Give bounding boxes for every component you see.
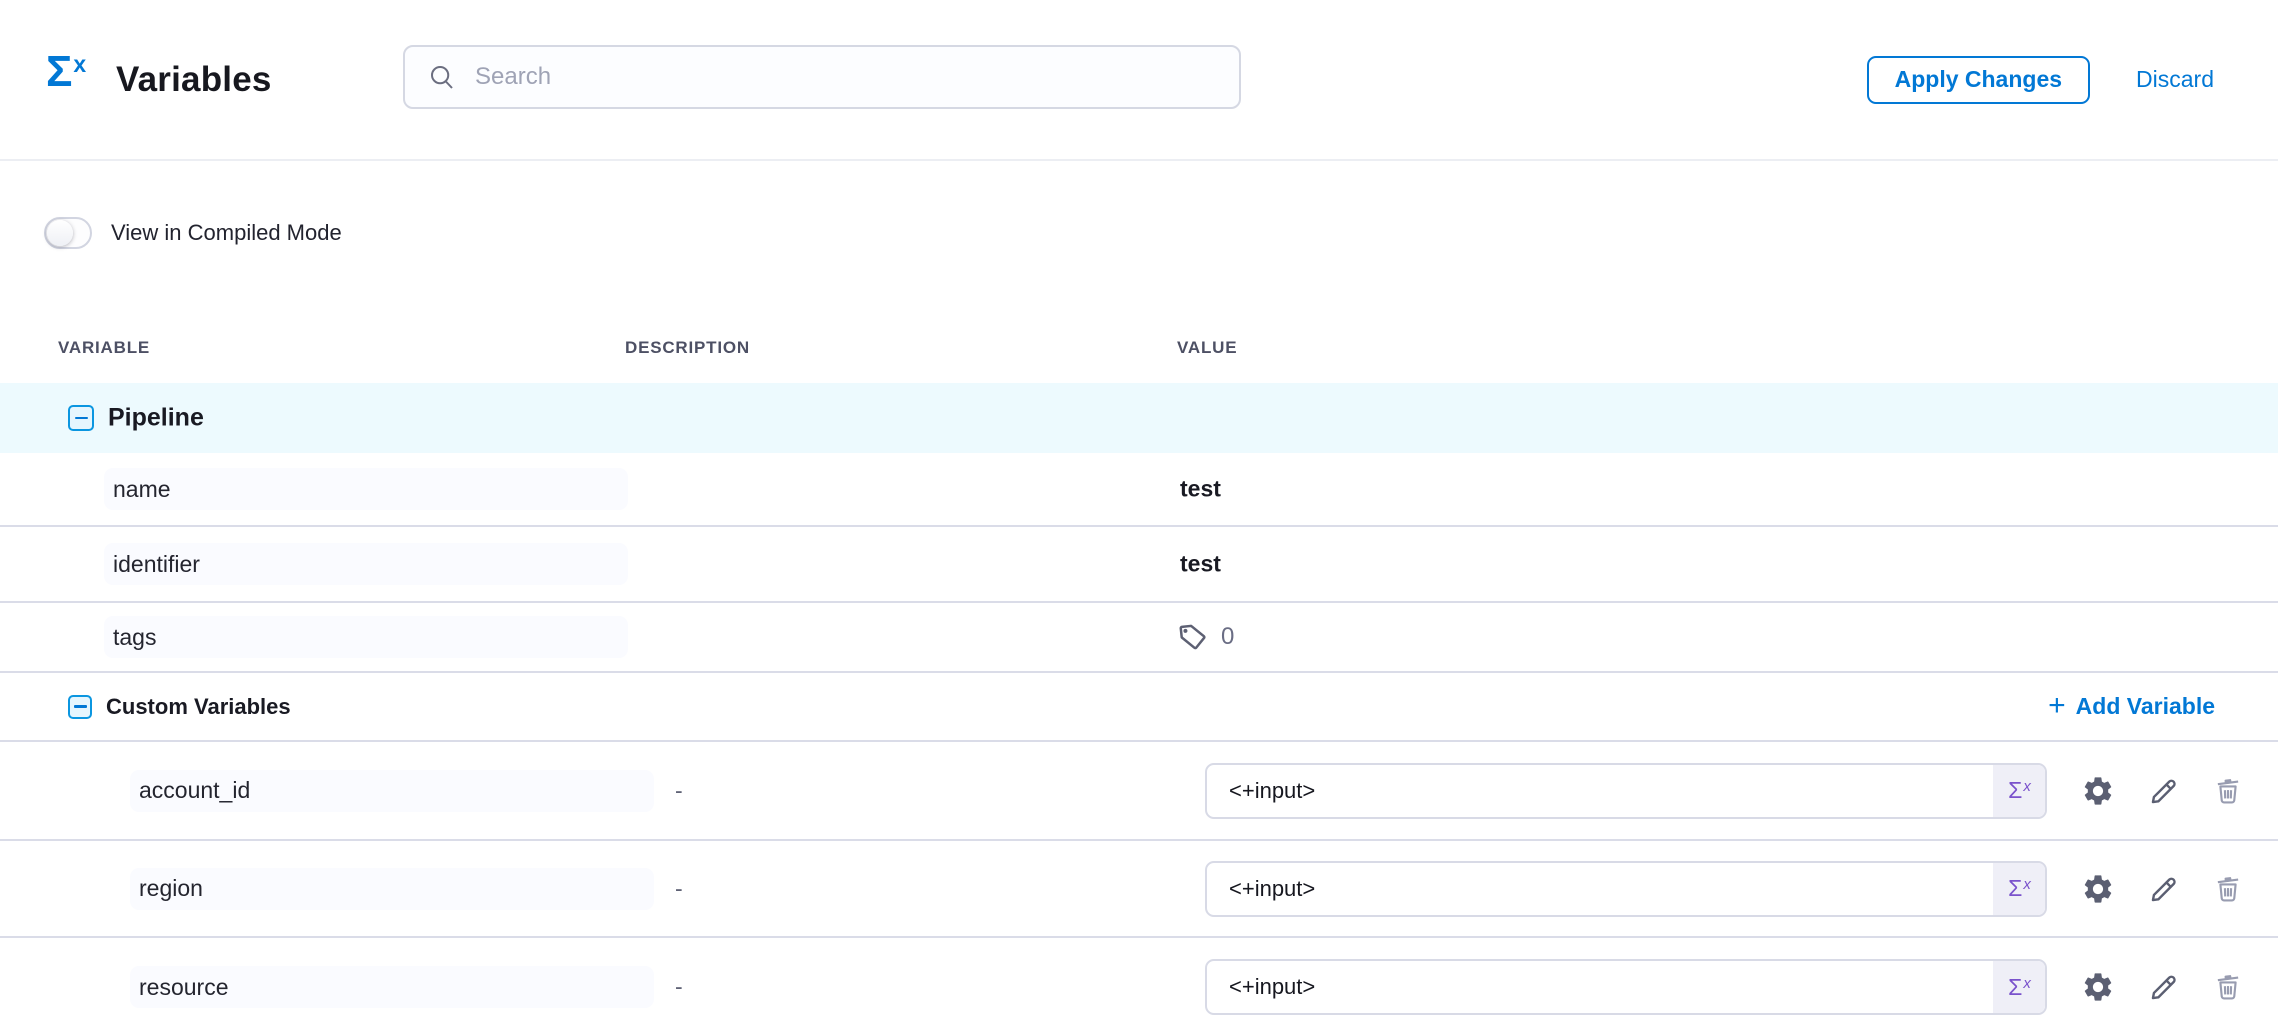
settings-button[interactable] — [2081, 774, 2115, 808]
trash-icon — [2212, 970, 2244, 1004]
variable-name: resource — [139, 974, 228, 1001]
value-input[interactable]: <+input> Σx — [1205, 959, 2047, 1015]
pencil-icon — [2147, 774, 2181, 808]
collapse-icon[interactable] — [68, 405, 94, 431]
trash-icon — [2212, 872, 2244, 906]
compiled-mode-toggle[interactable] — [44, 217, 92, 249]
variable-name-cell: tags — [104, 616, 628, 658]
group-row-custom-variables: Custom Variables + Add Variable — [0, 673, 2278, 742]
trash-icon — [2212, 774, 2244, 808]
gear-icon — [2081, 872, 2115, 906]
column-header-variable: VARIABLE — [58, 330, 150, 366]
group-row-pipeline: Pipeline — [0, 383, 2278, 453]
minus-icon — [75, 417, 88, 420]
header-actions: Apply Changes Discard — [1867, 0, 2214, 159]
add-variable-button[interactable]: + Add Variable — [2048, 692, 2215, 722]
minus-icon — [74, 705, 87, 708]
table-row: identifier test — [0, 527, 2278, 603]
settings-button[interactable] — [2081, 970, 2115, 1004]
value-input-text: <+input> — [1229, 778, 1993, 804]
expression-toggle-icon[interactable]: Σx — [1993, 961, 2045, 1013]
gear-icon — [2081, 970, 2115, 1004]
variable-name-cell: region — [130, 868, 654, 910]
expression-toggle-icon[interactable]: Σx — [1993, 863, 2045, 915]
search-input[interactable] — [473, 62, 1177, 92]
gear-icon — [2081, 774, 2115, 808]
compiled-mode-label: View in Compiled Mode — [111, 220, 342, 246]
group-title: Custom Variables — [106, 694, 291, 720]
variable-value: test — [1180, 476, 1221, 503]
tag-icon — [1177, 621, 1210, 654]
table-row: name test — [0, 453, 2278, 527]
delete-button[interactable] — [2212, 970, 2244, 1004]
variable-name-cell: identifier — [104, 543, 628, 585]
table-row: account_id - <+input> Σx — [0, 742, 2278, 841]
edit-button[interactable] — [2147, 774, 2181, 808]
value-input[interactable]: <+input> Σx — [1205, 861, 2047, 917]
variable-description: - — [675, 777, 683, 804]
edit-button[interactable] — [2147, 970, 2181, 1004]
variable-name-cell: name — [104, 468, 628, 510]
column-header-description: DESCRIPTION — [625, 330, 750, 366]
variable-value: test — [1180, 551, 1221, 578]
search-box[interactable] — [403, 45, 1241, 109]
value-input-text: <+input> — [1229, 876, 1993, 902]
search-icon — [427, 62, 457, 92]
variable-name-cell: account_id — [130, 770, 654, 812]
settings-button[interactable] — [2081, 872, 2115, 906]
delete-button[interactable] — [2212, 872, 2244, 906]
table-row: tags 0 — [0, 603, 2278, 673]
group-title: Pipeline — [108, 404, 204, 433]
variable-description: - — [675, 974, 683, 1001]
variable-name: region — [139, 875, 203, 902]
value-input-text: <+input> — [1229, 974, 1993, 1000]
variable-name: name — [113, 476, 171, 503]
variable-name: tags — [113, 624, 156, 651]
tags-value: 0 — [1178, 622, 1234, 652]
variable-name: identifier — [113, 551, 200, 578]
pencil-icon — [2147, 970, 2181, 1004]
header: Σx Variables Apply Changes Discard — [0, 0, 2278, 161]
value-input[interactable]: <+input> Σx — [1205, 763, 2047, 819]
delete-button[interactable] — [2212, 774, 2244, 808]
compiled-mode-row: View in Compiled Mode — [44, 214, 342, 252]
plus-icon: + — [2048, 691, 2066, 721]
tags-count: 0 — [1221, 623, 1234, 651]
apply-changes-button[interactable]: Apply Changes — [1867, 56, 2090, 104]
variables-logo-icon: Σx — [46, 50, 85, 94]
toggle-knob — [47, 220, 73, 246]
column-header-value: VALUE — [1177, 330, 1237, 366]
table-row: region - <+input> Σx — [0, 841, 2278, 938]
variable-name-cell: resource — [130, 966, 654, 1008]
page-title: Variables — [116, 0, 272, 159]
table-header: VARIABLE DESCRIPTION VALUE — [0, 330, 2278, 366]
pencil-icon — [2147, 872, 2181, 906]
variable-description: - — [675, 875, 683, 902]
discard-button[interactable]: Discard — [2136, 66, 2214, 93]
variable-name: account_id — [139, 777, 250, 804]
variables-page: Σx Variables Apply Changes Discard View … — [0, 0, 2278, 1036]
expression-toggle-icon[interactable]: Σx — [1993, 765, 2045, 817]
table-row: resource - <+input> Σx — [0, 938, 2278, 1036]
edit-button[interactable] — [2147, 872, 2181, 906]
collapse-icon[interactable] — [68, 695, 92, 719]
